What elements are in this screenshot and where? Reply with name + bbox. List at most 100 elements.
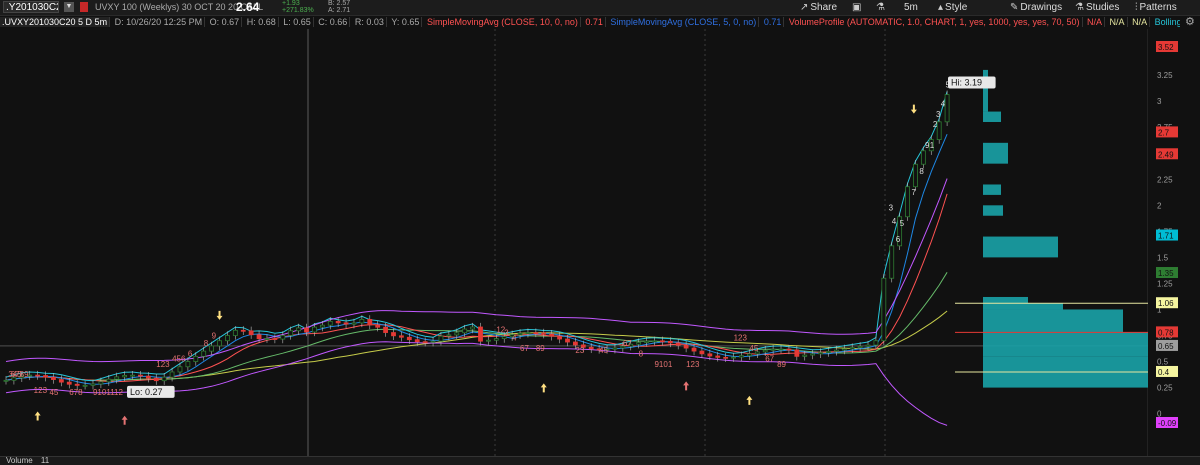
candle-body [161,376,167,382]
candle-body [383,326,389,333]
candle-body [43,375,48,378]
sequence-count-label: 8 [919,167,924,176]
sequence-count-label: 3 [889,204,894,213]
sma10-label[interactable]: SimpleMovingAvg (CLOSE, 10, 0, no) [424,17,581,27]
price-tick-label: 3 [1157,97,1162,106]
up-arrow-icon [34,411,41,421]
chevron-down-icon[interactable]: ▼ [64,2,74,12]
sequence-count-label: 5 [900,219,905,228]
price-tick-label: 1.25 [1157,279,1173,288]
candle-body [240,329,246,332]
candle-body [296,327,302,332]
link-color-icon[interactable] [80,2,88,12]
price-chart[interactable]: 3456789123 45 678 910111212345668912 3467 89 2… [0,29,1200,456]
candle-body [446,334,452,337]
candle-body [3,379,9,382]
price-badge-label: -0.09 [1158,419,1177,428]
candle-body [778,348,784,351]
candle-body [644,340,649,343]
candle-body [359,318,365,324]
candle-body [715,355,721,358]
candle-body [343,322,349,325]
sequence-count-label: 23 [575,346,584,355]
candle-body [98,381,104,385]
annotations: 3456789123 45 678 910111212345668912 3467 89 2… [8,76,996,425]
bar-low: L: 0.65 [281,17,314,27]
sequence-count-label: 1 [930,141,935,150]
price-badge-label: 0.65 [1158,342,1174,351]
candle-body [138,374,143,377]
sequence-count-label: 67 [765,355,774,364]
studies-button[interactable]: ⚗ Studies [1075,1,1119,14]
timeframe-button[interactable]: 5m [904,1,918,14]
price-tick-label: 2.25 [1157,175,1173,184]
sequence-count-label: 7 [912,188,917,197]
candle-body [588,346,594,350]
sequence-count-label: 2 [933,120,938,129]
bollinger-label[interactable]: BollingerBands ... [1152,17,1180,27]
save-icon: ▣ [852,2,862,13]
candle-body [280,335,286,340]
candle-body [351,322,357,325]
candle-body [66,381,72,385]
patterns-icon: ⫶ [1135,2,1138,13]
price-tick-label: 3.25 [1157,71,1173,80]
price-tick-label: 2 [1157,201,1162,210]
price-change: +1.93 +271.83% [282,0,314,14]
gear-icon[interactable]: ⚙ [1185,15,1195,28]
candle-body [675,342,681,346]
candle-body [201,350,207,357]
ema-line [5,91,948,382]
sequence-count-label: 45 [49,388,58,397]
style-button[interactable]: ▴ Style [938,1,967,14]
candle-body [810,353,816,356]
change-percent: +271.83% [282,7,314,14]
bar-y: Y: 0.65 [389,17,423,27]
candle-body [430,340,436,343]
sequence-count-label: 678 [69,388,83,397]
candle-body [920,150,926,165]
candle-body [517,332,523,336]
candle-body [248,330,254,336]
drawings-button[interactable]: ✎ Drawings [1010,1,1062,14]
low-label-text: Lo: 0.27 [130,387,163,397]
candle-body [35,374,41,377]
volume-profile [955,69,1173,388]
change-value: +1.93 [282,0,300,7]
candle-body [707,353,713,357]
candle-body [217,340,222,347]
sequence-count-label: 123 [156,360,170,369]
candle-body [818,352,823,355]
save-button[interactable]: ▣ [852,1,863,14]
lab-button[interactable]: ⚗ [876,1,887,14]
symbol-input[interactable]: .Y201030C20 [3,1,59,13]
price-badge-label: 3.52 [1158,43,1174,52]
bid-ask: B: 2.57 A: 2.71 [328,0,350,14]
candle-body [106,378,112,383]
candle-body [82,384,88,387]
volume-profile-label[interactable]: VolumeProfile (AUTOMATIC, 1.0, CHART, 1,… [786,17,1083,27]
candle-body [541,332,547,335]
style-icon: ▴ [938,2,944,13]
candle-body [944,94,950,123]
sma5-label[interactable]: SimpleMovingAvg (CLOSE, 5, 0, no) [608,17,760,27]
volume-profile-bar [983,142,1008,164]
candle-body [232,329,238,336]
patterns-button[interactable]: ⫶ Patterns [1135,1,1177,14]
candle-body [525,332,531,335]
volume-profile-bar [983,205,1003,216]
bollinger-upper-line [5,178,948,363]
price-badge-label: 2.49 [1158,150,1174,159]
candle-body [288,330,294,336]
candle-body [122,375,128,378]
share-button[interactable]: ↗ Share [800,1,837,14]
candle-body [652,340,657,343]
candle-body [802,354,808,357]
candle-body [375,324,381,328]
sequence-count-label: 3 [936,110,941,119]
sequence-count-label: 67 [520,344,529,353]
candle-body [493,338,499,341]
high-label: Hi: 3.19 [948,76,996,89]
price-axis[interactable]: 3.2532.752.52.2521.751.51.2510.750.50.25… [1148,29,1200,456]
bar-close: C: 0.66 [316,17,351,27]
